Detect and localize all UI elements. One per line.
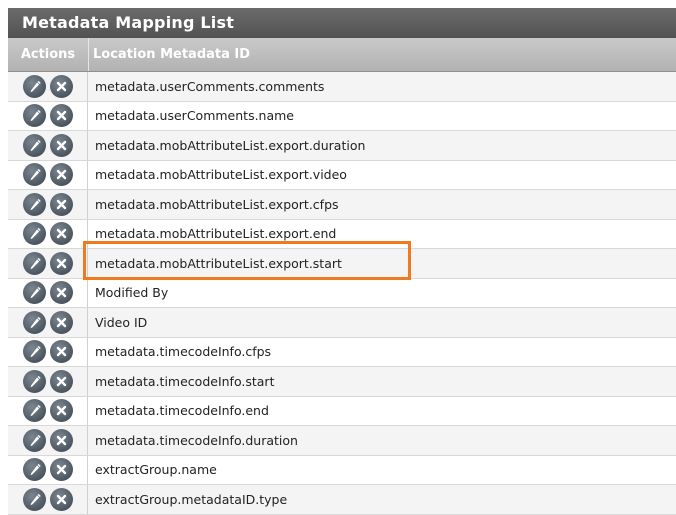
- delete-x-icon[interactable]: [49, 487, 73, 511]
- table-row[interactable]: metadata.mobAttributeList.export.start: [8, 249, 676, 279]
- location-metadata-id-cell: metadata.mobAttributeList.export.end: [95, 226, 337, 242]
- table-row[interactable]: metadata.mobAttributeList.export.duratio…: [8, 131, 676, 161]
- location-metadata-id-cell: extractGroup.name: [95, 462, 217, 478]
- row-actions: [8, 485, 88, 514]
- delete-x-icon[interactable]: [49, 310, 73, 334]
- table-row[interactable]: metadata.userComments.name: [8, 101, 676, 131]
- edit-pencil-icon[interactable]: [22, 310, 46, 334]
- row-actions: [8, 337, 88, 366]
- delete-x-icon[interactable]: [49, 458, 73, 482]
- delete-x-icon[interactable]: [49, 222, 73, 246]
- edit-pencil-icon[interactable]: [22, 428, 46, 452]
- edit-pencil-icon[interactable]: [22, 281, 46, 305]
- table-header: Actions Location Metadata ID: [8, 38, 676, 72]
- delete-x-icon[interactable]: [49, 74, 73, 98]
- location-metadata-id-cell: metadata.timecodeInfo.end: [95, 403, 269, 419]
- edit-pencil-icon[interactable]: [22, 458, 46, 482]
- row-actions: [8, 396, 88, 425]
- delete-x-icon[interactable]: [49, 340, 73, 364]
- metadata-mapping-panel: Metadata Mapping List Actions Location M…: [8, 8, 676, 515]
- delete-x-icon[interactable]: [49, 104, 73, 128]
- table-row[interactable]: Video ID: [8, 308, 676, 338]
- panel-title: Metadata Mapping List: [8, 8, 676, 38]
- edit-pencil-icon[interactable]: [22, 133, 46, 157]
- table-row[interactable]: extractGroup.name: [8, 455, 676, 485]
- row-actions: [8, 367, 88, 396]
- table-row[interactable]: extractGroup.metadataID.type: [8, 485, 676, 515]
- delete-x-icon[interactable]: [49, 399, 73, 423]
- delete-x-icon[interactable]: [49, 369, 73, 393]
- table-row[interactable]: metadata.mobAttributeList.export.cfps: [8, 190, 676, 220]
- edit-pencil-icon[interactable]: [22, 222, 46, 246]
- row-actions: [8, 131, 88, 160]
- delete-x-icon[interactable]: [49, 281, 73, 305]
- location-metadata-id-cell: metadata.timecodeInfo.start: [95, 373, 275, 389]
- delete-x-icon[interactable]: [49, 133, 73, 157]
- table-row[interactable]: Modified By: [8, 278, 676, 308]
- row-actions: [8, 278, 88, 307]
- location-metadata-id-cell: metadata.mobAttributeList.export.duratio…: [95, 137, 366, 153]
- edit-pencil-icon[interactable]: [22, 74, 46, 98]
- edit-pencil-icon[interactable]: [22, 163, 46, 187]
- location-metadata-id-cell: metadata.userComments.name: [95, 108, 294, 124]
- metadata-mapping-table: Actions Location Metadata ID metadata.us…: [8, 38, 676, 515]
- location-metadata-id-cell: metadata.mobAttributeList.export.video: [95, 167, 347, 183]
- column-header-location-metadata-id: Location Metadata ID: [93, 47, 251, 62]
- edit-pencil-icon[interactable]: [22, 340, 46, 364]
- row-actions: [8, 426, 88, 455]
- row-actions: [8, 219, 88, 248]
- row-actions: [8, 190, 88, 219]
- delete-x-icon[interactable]: [49, 251, 73, 275]
- column-header-actions: Actions: [8, 38, 89, 71]
- location-metadata-id-cell: metadata.mobAttributeList.export.start: [95, 255, 342, 271]
- row-actions: [8, 455, 88, 484]
- row-actions: [8, 72, 88, 101]
- table-row[interactable]: metadata.timecodeInfo.duration: [8, 426, 676, 456]
- delete-x-icon[interactable]: [49, 428, 73, 452]
- location-metadata-id-cell: metadata.timecodeInfo.cfps: [95, 344, 272, 360]
- edit-pencil-icon[interactable]: [22, 487, 46, 511]
- edit-pencil-icon[interactable]: [22, 369, 46, 393]
- location-metadata-id-cell: Video ID: [95, 314, 148, 330]
- location-metadata-id-cell: metadata.timecodeInfo.duration: [95, 432, 298, 448]
- delete-x-icon[interactable]: [49, 163, 73, 187]
- row-actions: [8, 160, 88, 189]
- table-row[interactable]: metadata.userComments.comments: [8, 72, 676, 102]
- delete-x-icon[interactable]: [49, 192, 73, 216]
- location-metadata-id-cell: metadata.userComments.comments: [95, 78, 325, 94]
- edit-pencil-icon[interactable]: [22, 192, 46, 216]
- table-row[interactable]: metadata.timecodeInfo.cfps: [8, 337, 676, 367]
- table-body: metadata.userComments.comments metadata.u…: [8, 72, 676, 515]
- location-metadata-id-cell: extractGroup.metadataID.type: [95, 491, 288, 507]
- table-row[interactable]: metadata.timecodeInfo.end: [8, 396, 676, 426]
- row-actions: [8, 101, 88, 130]
- row-actions: [8, 308, 88, 337]
- table-row[interactable]: metadata.timecodeInfo.start: [8, 367, 676, 397]
- table-row[interactable]: metadata.mobAttributeList.export.end: [8, 219, 676, 249]
- location-metadata-id-cell: metadata.mobAttributeList.export.cfps: [95, 196, 339, 212]
- edit-pencil-icon[interactable]: [22, 399, 46, 423]
- edit-pencil-icon[interactable]: [22, 104, 46, 128]
- location-metadata-id-cell: Modified By: [95, 285, 169, 301]
- row-actions: [8, 249, 88, 278]
- edit-pencil-icon[interactable]: [22, 251, 46, 275]
- table-row[interactable]: metadata.mobAttributeList.export.video: [8, 160, 676, 190]
